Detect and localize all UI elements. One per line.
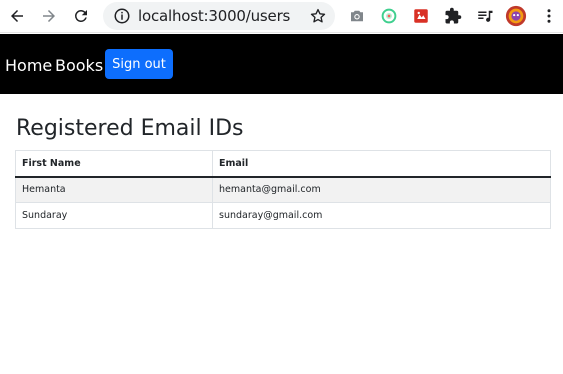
url-text[interactable]: localhost:3000/users: [138, 7, 290, 25]
extension-green-circle-icon[interactable]: [378, 5, 400, 27]
cell-email: hemanta@gmail.com: [212, 176, 551, 203]
forward-arrow-icon[interactable]: [37, 4, 61, 28]
site-info-icon[interactable]: [113, 7, 131, 25]
app-navbar: Home Books Sign out: [0, 34, 563, 94]
table-row: Hemanta hemanta@gmail.com: [15, 176, 551, 203]
extension-red-icon[interactable]: [410, 5, 432, 27]
column-header-email: Email: [212, 150, 551, 178]
reload-icon[interactable]: [69, 4, 93, 28]
column-header-first-name: First Name: [15, 150, 213, 178]
users-table: First Name Email Hemanta hemanta@gmail.c…: [15, 150, 551, 229]
camera-icon[interactable]: [346, 5, 368, 27]
page-title: Registered Email IDs: [16, 116, 244, 141]
browser-toolbar: localhost:3000/users: [0, 0, 563, 33]
back-arrow-icon[interactable]: [5, 4, 29, 28]
table-header-row: First Name Email: [15, 150, 551, 178]
profile-avatar-icon[interactable]: [505, 5, 527, 27]
bookmark-star-icon[interactable]: [309, 7, 327, 25]
media-queue-icon[interactable]: [474, 5, 496, 27]
table-row: Sundaray sundaray@gmail.com: [15, 202, 551, 229]
sign-out-button[interactable]: Sign out: [105, 49, 173, 79]
cell-first-name: Sundaray: [15, 202, 213, 229]
address-bar[interactable]: localhost:3000/users: [103, 2, 335, 30]
nav-link-home[interactable]: Home: [5, 56, 52, 75]
cell-email: sundaray@gmail.com: [212, 202, 551, 229]
cell-first-name: Hemanta: [15, 176, 213, 203]
nav-link-books[interactable]: Books: [55, 56, 103, 75]
puzzle-extensions-icon[interactable]: [442, 5, 464, 27]
more-menu-icon[interactable]: [538, 5, 560, 27]
